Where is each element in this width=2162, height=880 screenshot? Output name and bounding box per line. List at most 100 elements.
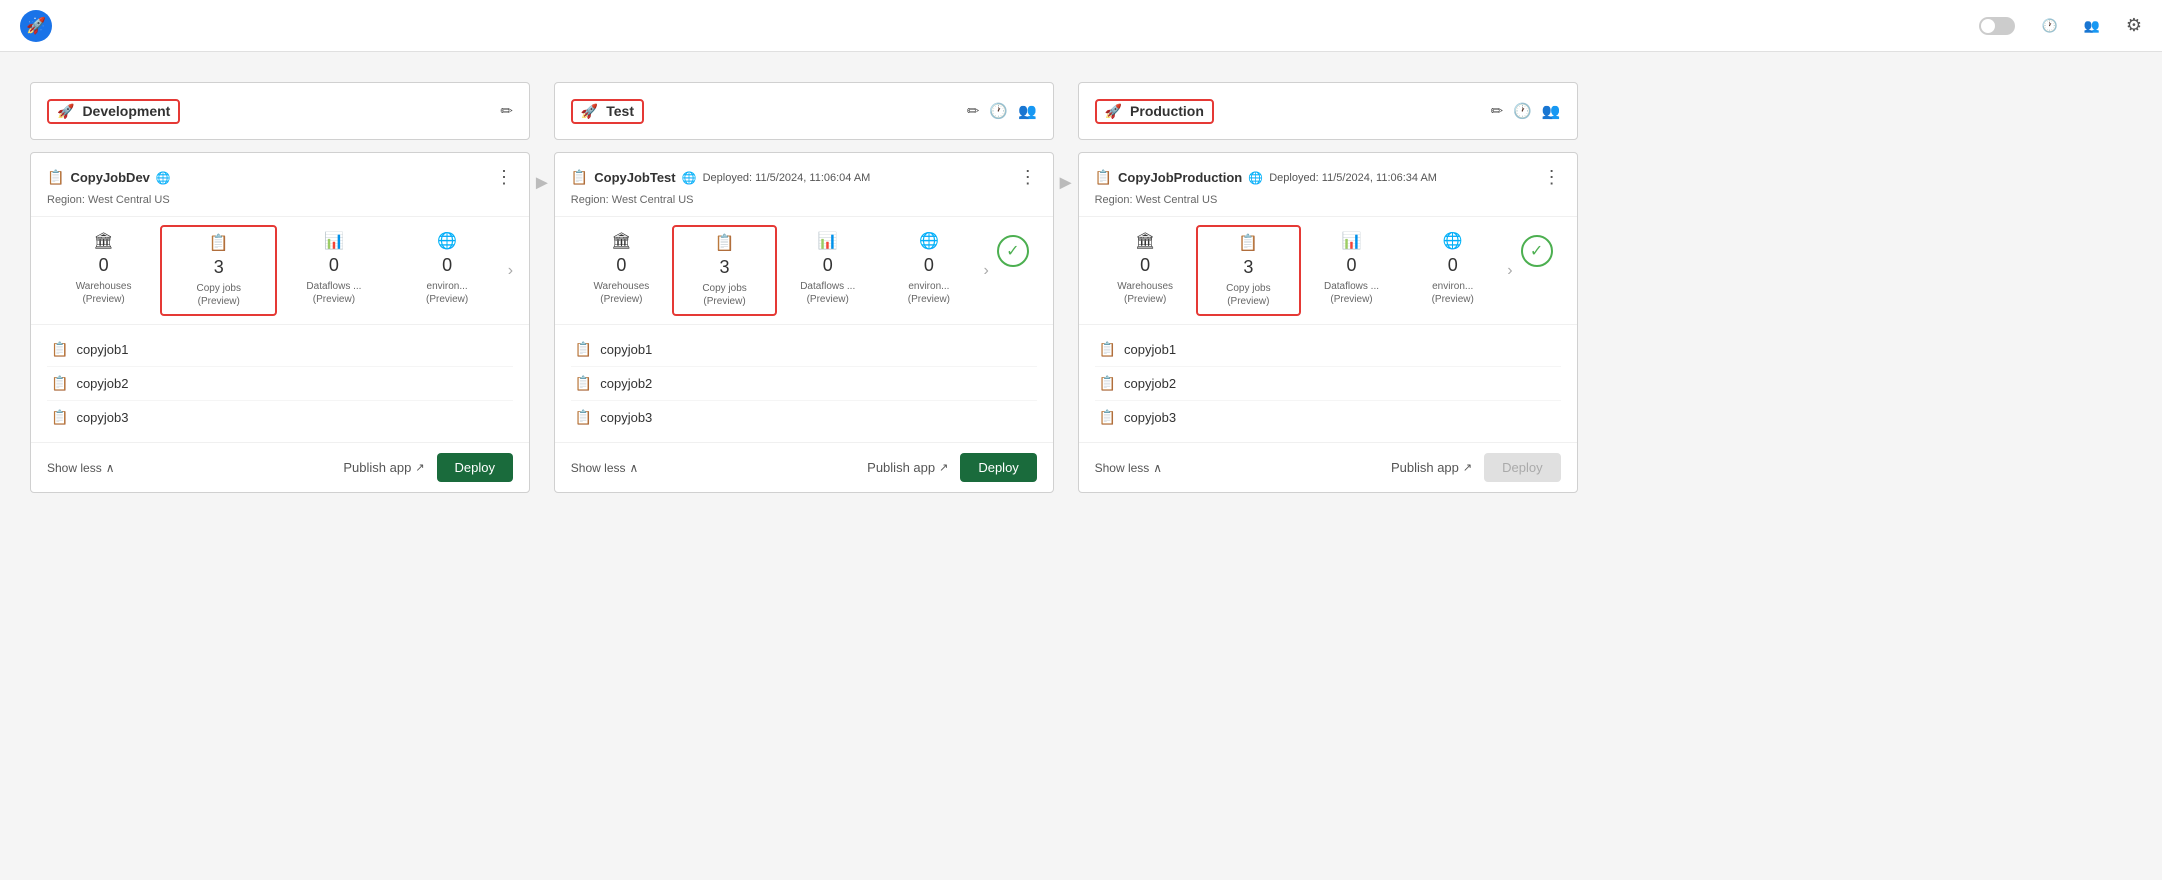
show-less-button-test[interactable]: Show less ∧ xyxy=(571,461,639,475)
history-icon-test[interactable]: 🕐 xyxy=(989,102,1008,120)
metric-icon-development-2: 📊 xyxy=(324,231,344,251)
edit-icon-production[interactable]: ✏ xyxy=(1491,102,1504,120)
items-list-development: 📋copyjob1📋copyjob2📋copyjob3 xyxy=(31,325,529,442)
list-item-icon-production-2: 📋 xyxy=(1099,409,1116,426)
list-item-icon-development-0: 📋 xyxy=(51,341,68,358)
users-icon-test[interactable]: 👥 xyxy=(1018,102,1037,120)
list-item-production-0: 📋copyjob1 xyxy=(1095,333,1561,367)
deployment-card-test: 📋CopyJobTest🌐Deployed: 11/5/2024, 11:06:… xyxy=(554,152,1054,493)
metric-value-production-1: 3 xyxy=(1243,257,1253,278)
success-indicator-production: ✓ xyxy=(1521,235,1553,267)
card-footer-production: Show less ∧Publish app ↗Deploy xyxy=(1079,442,1577,492)
settings-icon[interactable]: ⚙ xyxy=(2126,15,2142,36)
main-content: 🚀Development✏📋CopyJobDev🌐⋮Region: West C… xyxy=(0,52,2162,523)
publish-app-button-development[interactable]: Publish app ↗ xyxy=(343,460,424,475)
new-deployment-pipelines-toggle[interactable] xyxy=(1979,17,2021,35)
history-icon-production[interactable]: 🕐 xyxy=(1513,102,1532,120)
metric-item-development-3[interactable]: 🌐 0 environ... (Preview) xyxy=(391,225,504,316)
metric-value-development-2: 0 xyxy=(329,255,339,276)
metrics-row-production: 🏛0Warehouses (Preview)📋3Copy jobs (Previ… xyxy=(1079,216,1577,325)
deploy-button-test[interactable]: Deploy xyxy=(960,453,1036,482)
card-title-test: 📋CopyJobTest🌐Deployed: 11/5/2024, 11:06:… xyxy=(571,169,871,186)
list-item-icon-development-1: 📋 xyxy=(51,375,68,392)
metric-item-production-0[interactable]: 🏛0Warehouses (Preview) xyxy=(1095,225,1196,316)
pipeline-arrow-2: ► xyxy=(1054,82,1078,195)
external-link-icon-development: ↗ xyxy=(415,461,424,474)
list-item-name-test-2: copyjob3 xyxy=(600,410,652,425)
more-menu-production[interactable]: ⋮ xyxy=(1543,167,1561,188)
users-icon-production[interactable]: 👥 xyxy=(1542,102,1561,120)
edit-icon-development[interactable]: ✏ xyxy=(500,102,513,120)
chevron-up-icon-test: ∧ xyxy=(630,461,639,475)
deploy-button-development[interactable]: Deploy xyxy=(437,453,513,482)
metric-icon-development-1: 📋 xyxy=(209,233,229,253)
manage-access-button[interactable]: 👥 xyxy=(2084,18,2106,34)
metric-icon-development-3: 🌐 xyxy=(437,231,457,251)
card-region-test: Region: West Central US xyxy=(555,194,1053,216)
publish-label-test: Publish app xyxy=(867,460,935,475)
metric-item-development-1[interactable]: 📋3Copy jobs (Preview) xyxy=(160,225,277,316)
metric-icon-test-0: 🏛 xyxy=(611,231,631,251)
chevron-right-production[interactable]: › xyxy=(1503,225,1512,316)
stage-env-icon: 🚀 xyxy=(57,103,74,120)
list-item-development-0: 📋 copyjob1 xyxy=(47,333,513,367)
deployment-history-button[interactable]: 🕐 xyxy=(2041,18,2063,34)
metric-item-production-1[interactable]: 📋3Copy jobs (Preview) xyxy=(1196,225,1301,316)
metrics-row-test: 🏛0Warehouses (Preview)📋3Copy jobs (Previ… xyxy=(555,216,1053,325)
metric-item-production-3[interactable]: 🌐0environ... (Preview) xyxy=(1402,225,1503,316)
pipeline-arrow-1: ► xyxy=(530,82,554,195)
list-item-icon-production-1: 📋 xyxy=(1099,375,1116,392)
card-name-test: CopyJobTest xyxy=(594,170,675,185)
more-menu-development[interactable]: ⋮ xyxy=(495,167,513,188)
publish-app-button-test[interactable]: Publish app ↗ xyxy=(867,460,948,475)
list-item-name-development-0: copyjob1 xyxy=(76,342,128,357)
stage-env-icon: 🚀 xyxy=(581,103,598,120)
metric-value-development-3: 0 xyxy=(442,255,452,276)
stage-label-development: 🚀Development xyxy=(47,99,180,124)
metric-icon-test-2: 📊 xyxy=(818,231,838,251)
metric-item-production-2[interactable]: 📊0Dataflows ... (Preview) xyxy=(1301,225,1402,316)
metric-label-test-3: environ... (Preview) xyxy=(908,280,950,306)
metric-label-production-3: environ... (Preview) xyxy=(1432,280,1474,306)
metrics-row-development: 🏛0Warehouses (Preview)📋3Copy jobs (Previ… xyxy=(31,216,529,325)
metric-item-test-2[interactable]: 📊0Dataflows ... (Preview) xyxy=(777,225,878,316)
success-indicator-test: ✓ xyxy=(997,235,1029,267)
list-item-name-test-1: copyjob2 xyxy=(600,376,652,391)
list-item-development-1: 📋copyjob2 xyxy=(47,367,513,401)
card-title-production: 📋CopyJobProduction🌐Deployed: 11/5/2024, … xyxy=(1095,169,1437,186)
deployment-card-production: 📋CopyJobProduction🌐Deployed: 11/5/2024, … xyxy=(1078,152,1578,493)
history-icon: 🕐 xyxy=(2041,18,2057,34)
list-item-name-production-0: copyjob1 xyxy=(1124,342,1176,357)
metric-item-development-2[interactable]: 📊0Dataflows ... (Preview) xyxy=(277,225,390,316)
metric-item-development-0[interactable]: 🏛0Warehouses (Preview) xyxy=(47,225,160,316)
more-menu-test[interactable]: ⋮ xyxy=(1019,167,1037,188)
list-item-name-development-2: copyjob3 xyxy=(76,410,128,425)
metric-value-test-1: 3 xyxy=(720,257,730,278)
edit-icon-test[interactable]: ✏ xyxy=(967,102,980,120)
metric-value-test-3: 0 xyxy=(924,255,934,276)
show-less-label-test: Show less xyxy=(571,461,626,475)
publish-label-development: Publish app xyxy=(343,460,411,475)
list-item-icon-test-2: 📋 xyxy=(575,409,592,426)
metric-item-test-3[interactable]: 🌐0environ... (Preview) xyxy=(878,225,979,316)
toggle-switch[interactable] xyxy=(1979,17,2015,35)
copy-icon-development: 📋 xyxy=(47,169,64,186)
footer-actions-development: Publish app ↗ Deploy xyxy=(343,453,513,482)
metric-label-development-3: environ... (Preview) xyxy=(426,280,468,306)
network-icon-test: 🌐 xyxy=(682,171,697,185)
list-item-icon-test-0: 📋 xyxy=(575,341,592,358)
copy-icon-test: 📋 xyxy=(571,169,588,186)
copy-icon-production: 📋 xyxy=(1095,169,1112,186)
metric-label-production-0: Warehouses (Preview) xyxy=(1117,280,1173,306)
chevron-right-test[interactable]: › xyxy=(979,225,988,316)
show-less-button-development[interactable]: Show less ∧ xyxy=(47,461,115,475)
show-less-label-development: Show less xyxy=(47,461,102,475)
show-less-button-production[interactable]: Show less ∧ xyxy=(1095,461,1163,475)
publish-app-button-production[interactable]: Publish app ↗ xyxy=(1391,460,1472,475)
card-title-row-production: 📋CopyJobProduction🌐Deployed: 11/5/2024, … xyxy=(1095,169,1437,186)
chevron-right-development[interactable]: › xyxy=(504,225,513,316)
metric-item-test-0[interactable]: 🏛0Warehouses (Preview) xyxy=(571,225,672,316)
deployed-badge-production: Deployed: 11/5/2024, 11:06:34 AM xyxy=(1269,172,1437,184)
list-item-icon-test-1: 📋 xyxy=(575,375,592,392)
metric-item-test-1[interactable]: 📋3Copy jobs (Preview) xyxy=(672,225,777,316)
